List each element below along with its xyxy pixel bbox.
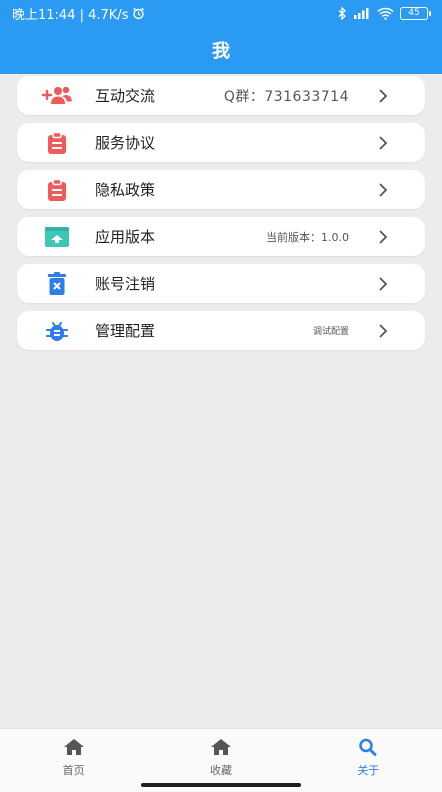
qq-group-number: Q群：731633714 xyxy=(223,88,349,105)
version-text: 当前版本：1.0.0 xyxy=(266,230,349,244)
menu-item-label: 应用版本 xyxy=(95,228,156,246)
debug-config-text: 调试配置 xyxy=(312,327,349,337)
chevron-right-icon xyxy=(371,276,395,292)
home-indicator[interactable] xyxy=(141,783,301,787)
clipboard-icon xyxy=(37,178,77,202)
add-group-icon xyxy=(37,85,77,107)
page-title: 我 xyxy=(212,41,230,62)
status-time: 晚上11:44 | 4.7K/s xyxy=(12,7,129,23)
nav-tab-about[interactable]: 关于 xyxy=(295,729,442,792)
menu-item-app-version[interactable]: 应用版本 当前版本：1.0.0 xyxy=(17,217,425,256)
home-icon xyxy=(63,738,85,760)
alarm-icon xyxy=(132,7,145,20)
menu-item-admin-config[interactable]: 管理配置 调试配置 xyxy=(17,311,425,350)
chevron-right-icon xyxy=(371,182,395,198)
menu-item-label: 账号注销 xyxy=(95,275,156,293)
settings-menu: 互动交流 Q群：731633714 服务协议 隐私政策 应用版本 当前版本：1.… xyxy=(17,76,425,358)
chevron-right-icon xyxy=(371,135,395,151)
chevron-right-icon xyxy=(371,88,395,104)
bug-icon xyxy=(37,319,77,343)
battery-icon: 45 xyxy=(400,6,431,20)
menu-item-privacy-policy[interactable]: 隐私政策 xyxy=(17,170,425,209)
menu-item-community[interactable]: 互动交流 Q群：731633714 xyxy=(17,76,425,115)
bluetooth-icon xyxy=(337,6,347,20)
nav-tab-home[interactable]: 首页 xyxy=(0,729,147,792)
nav-label: 关于 xyxy=(357,764,380,777)
trash-icon xyxy=(37,271,77,296)
chevron-right-icon xyxy=(371,323,395,339)
menu-item-label: 互动交流 xyxy=(95,87,156,105)
nav-label: 收藏 xyxy=(209,764,232,777)
menu-item-label: 隐私政策 xyxy=(95,181,156,199)
app-version-icon xyxy=(37,226,77,248)
search-icon xyxy=(357,738,379,760)
clipboard-icon xyxy=(37,131,77,155)
menu-item-label: 服务协议 xyxy=(95,134,156,152)
menu-item-label: 管理配置 xyxy=(95,322,156,340)
wifi-icon xyxy=(377,7,394,20)
nav-label: 首页 xyxy=(62,764,85,777)
menu-item-service-agreement[interactable]: 服务协议 xyxy=(17,123,425,162)
status-bar: 晚上11:44 | 4.7K/s 45 xyxy=(0,0,442,26)
signal-icon xyxy=(353,7,371,19)
menu-item-delete-account[interactable]: 账号注销 xyxy=(17,264,425,303)
top-bar: 晚上11:44 | 4.7K/s 45 我 xyxy=(0,0,442,74)
home-icon xyxy=(210,738,232,760)
chevron-right-icon xyxy=(371,229,395,245)
